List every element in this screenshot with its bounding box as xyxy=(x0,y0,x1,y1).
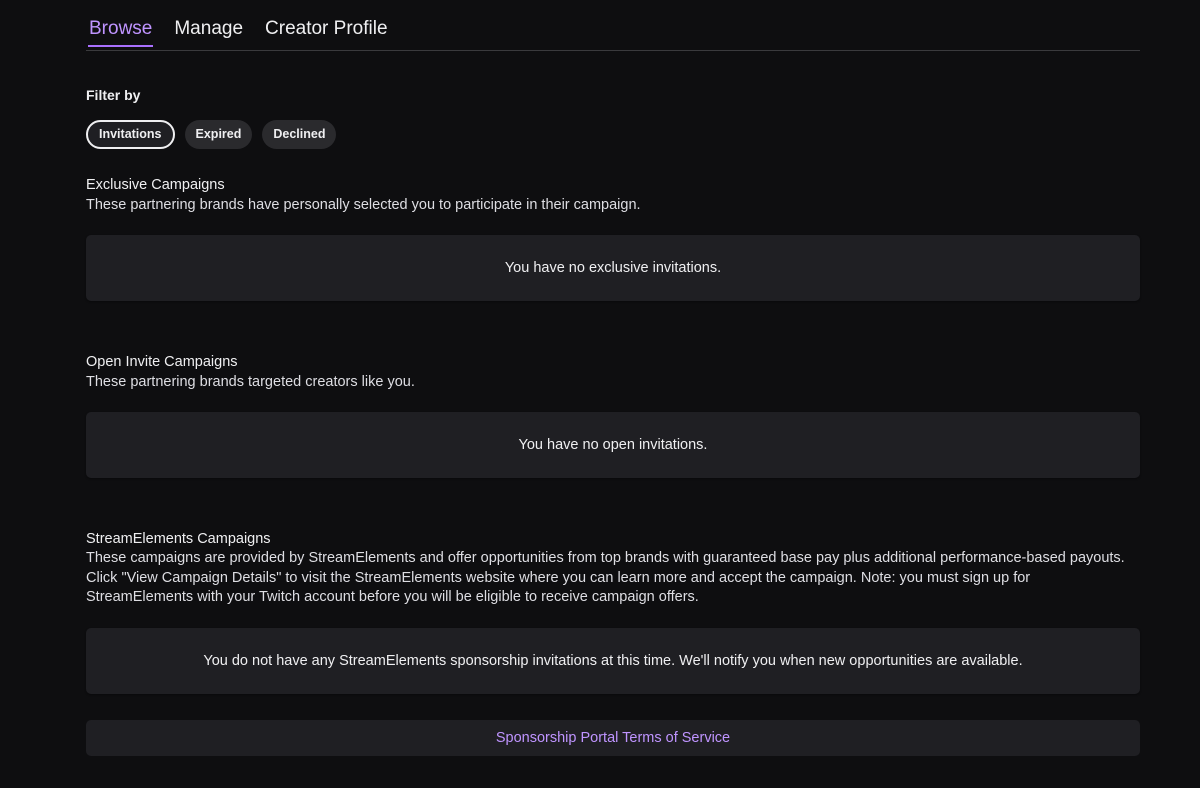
exclusive-campaigns-empty-message: You have no exclusive invitations. xyxy=(504,260,722,276)
streamelements-campaigns-empty-panel: You do not have any StreamElements spons… xyxy=(86,628,1140,694)
streamelements-campaigns-empty-message: You do not have any StreamElements spons… xyxy=(203,653,1023,669)
exclusive-campaigns-title: Exclusive Campaigns xyxy=(86,177,225,193)
open-invite-campaigns-title: Open Invite Campaigns xyxy=(86,354,238,370)
open-invite-campaigns-empty-panel: You have no open invitations. xyxy=(86,412,1140,478)
open-invite-campaigns-empty-message: You have no open invitations. xyxy=(518,437,708,453)
terms-of-service-link[interactable]: Sponsorship Portal Terms of Service xyxy=(496,730,730,746)
streamelements-campaigns-title: StreamElements Campaigns xyxy=(86,531,271,547)
sponsorship-page: Browse Manage Creator Profile Filter by … xyxy=(0,0,1200,788)
terms-of-service-panel: Sponsorship Portal Terms of Service xyxy=(86,720,1140,756)
tab-bar: Browse Manage Creator Profile xyxy=(86,0,1140,51)
filter-label: Filter by xyxy=(86,87,141,103)
filter-declined-button[interactable]: Declined xyxy=(262,120,337,149)
tab-browse[interactable]: Browse xyxy=(87,0,154,47)
exclusive-campaigns-description: These partnering brands have personally … xyxy=(86,197,641,213)
exclusive-campaigns-empty-panel: You have no exclusive invitations. xyxy=(86,235,1140,301)
streamelements-campaigns-description: These campaigns are provided by StreamEl… xyxy=(86,550,1125,605)
tab-manage[interactable]: Manage xyxy=(174,0,243,39)
main-content: Browse Manage Creator Profile Filter by … xyxy=(86,0,1140,756)
filter-invitations-button[interactable]: Invitations xyxy=(86,120,175,149)
filter-expired-button[interactable]: Expired xyxy=(184,120,253,149)
tab-creator-profile[interactable]: Creator Profile xyxy=(265,0,388,39)
filter-pills: Invitations Expired Declined xyxy=(86,120,337,149)
open-invite-campaigns-description: These partnering brands targeted creator… xyxy=(86,374,415,390)
